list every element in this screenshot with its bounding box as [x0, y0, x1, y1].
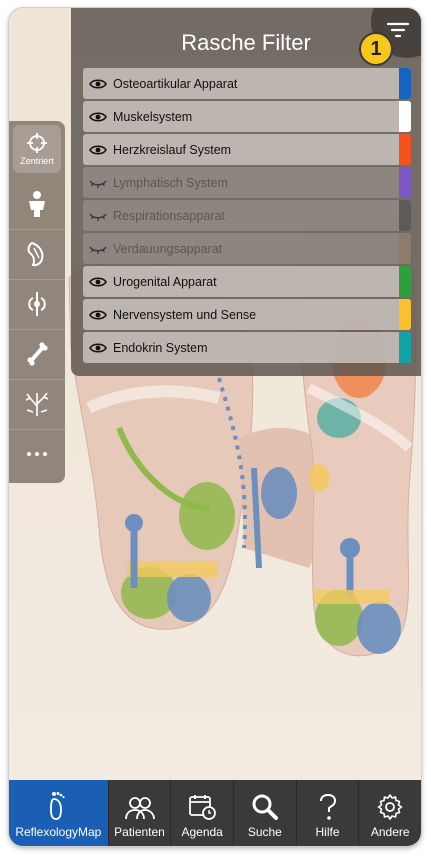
tab-label: Agenda [181, 825, 223, 839]
tab-label: Andere [370, 825, 410, 839]
eye-closed-icon[interactable] [83, 243, 113, 255]
filter-color-swatch [399, 68, 411, 99]
filter-color-swatch [399, 200, 411, 231]
filter-label: Endokrin System [113, 340, 208, 355]
tab-label: Suche [247, 825, 282, 839]
tab-label: Patienten [114, 825, 165, 839]
filter-row[interactable]: Nervensystem und Sense [83, 299, 411, 330]
bone-layer-button[interactable] [9, 329, 65, 380]
tab-andere[interactable]: Andere [358, 780, 421, 846]
muscle-layer-button[interactable] [9, 229, 65, 280]
quick-filter-panel: Rasche Filter 1 Osteoartikular Apparat M… [71, 8, 421, 376]
eye-closed-icon[interactable] [83, 210, 113, 222]
step-badge: 1 [359, 32, 393, 66]
filter-row[interactable]: Urogenital Apparat [83, 266, 411, 297]
filter-label: Lymphatisch System [113, 175, 228, 190]
eye-icon[interactable] [83, 111, 113, 123]
filter-color-swatch [399, 101, 411, 132]
tab-suche[interactable]: Suche [233, 780, 296, 846]
tab-agenda[interactable]: Agenda [170, 780, 233, 846]
app-frame: Zentriert Rasche Filter 1 Osteoartikular… [9, 8, 421, 846]
filter-row[interactable]: Herzkreislauf System [83, 134, 411, 165]
muscle-icon [27, 241, 44, 267]
tab-patienten[interactable]: Patienten [107, 780, 171, 846]
filter-row[interactable]: Osteoartikular Apparat [83, 68, 411, 99]
filter-label: Nervensystem und Sense [113, 307, 257, 322]
tab-label: Hilfe [315, 825, 340, 839]
search-icon [252, 794, 278, 820]
left-toolbar: Zentriert [9, 121, 65, 483]
filter-row[interactable]: Lymphatisch System [83, 167, 411, 198]
eye-icon[interactable] [83, 342, 113, 354]
center-view-label: Zentriert [20, 156, 54, 166]
filter-color-swatch [399, 167, 411, 198]
tab-hilfe[interactable]: Hilfe [295, 780, 359, 846]
filter-color-swatch [399, 332, 411, 363]
filter-label: Muskelsystem [113, 109, 193, 124]
filter-label: Urogenital Apparat [113, 274, 217, 289]
tab-label: ReflexologyMap [15, 825, 102, 839]
patients-icon [124, 797, 155, 820]
center-view-button[interactable]: Zentriert [13, 125, 61, 173]
eye-icon[interactable] [83, 144, 113, 156]
tab-reflexologymap[interactable]: ReflexologyMap [9, 780, 108, 846]
crosshair-icon [27, 133, 47, 153]
nerve-layer-button[interactable] [9, 379, 65, 430]
filter-list: Osteoartikular Apparat Muskelsystem Herz… [83, 68, 411, 365]
organ-icon [28, 292, 46, 316]
body-layer-button[interactable] [9, 179, 65, 230]
body-icon [29, 191, 45, 217]
filter-color-swatch [399, 299, 411, 330]
eye-icon[interactable] [83, 309, 113, 321]
filter-label: Osteoartikular Apparat [113, 76, 238, 91]
help-icon [319, 793, 336, 820]
filter-color-swatch [399, 233, 411, 264]
organ-layer-button[interactable] [9, 279, 65, 330]
nerve-icon [25, 392, 49, 416]
filter-row[interactable]: Muskelsystem [83, 101, 411, 132]
foot-icon [50, 792, 65, 820]
bottom-tab-bar: ReflexologyMap Patienten Agenda Suche Hi… [9, 780, 421, 846]
eye-icon[interactable] [83, 276, 113, 288]
eye-icon[interactable] [83, 78, 113, 90]
filter-row[interactable]: Respirationsapparat [83, 200, 411, 231]
gear-icon [377, 794, 403, 820]
more-icon [27, 452, 47, 456]
eye-closed-icon[interactable] [83, 177, 113, 189]
bone-icon [27, 342, 48, 366]
filter-row[interactable]: Verdauungsapparat [83, 233, 411, 264]
filter-color-swatch [399, 134, 411, 165]
filter-color-swatch [399, 266, 411, 297]
calendar-icon [189, 795, 217, 820]
filter-label: Verdauungsapparat [113, 241, 223, 256]
filter-label: Herzkreislauf System [113, 142, 232, 157]
more-tools-button[interactable] [9, 429, 65, 479]
filter-row[interactable]: Endokrin System [83, 332, 411, 363]
filter-label: Respirationsapparat [113, 208, 225, 223]
